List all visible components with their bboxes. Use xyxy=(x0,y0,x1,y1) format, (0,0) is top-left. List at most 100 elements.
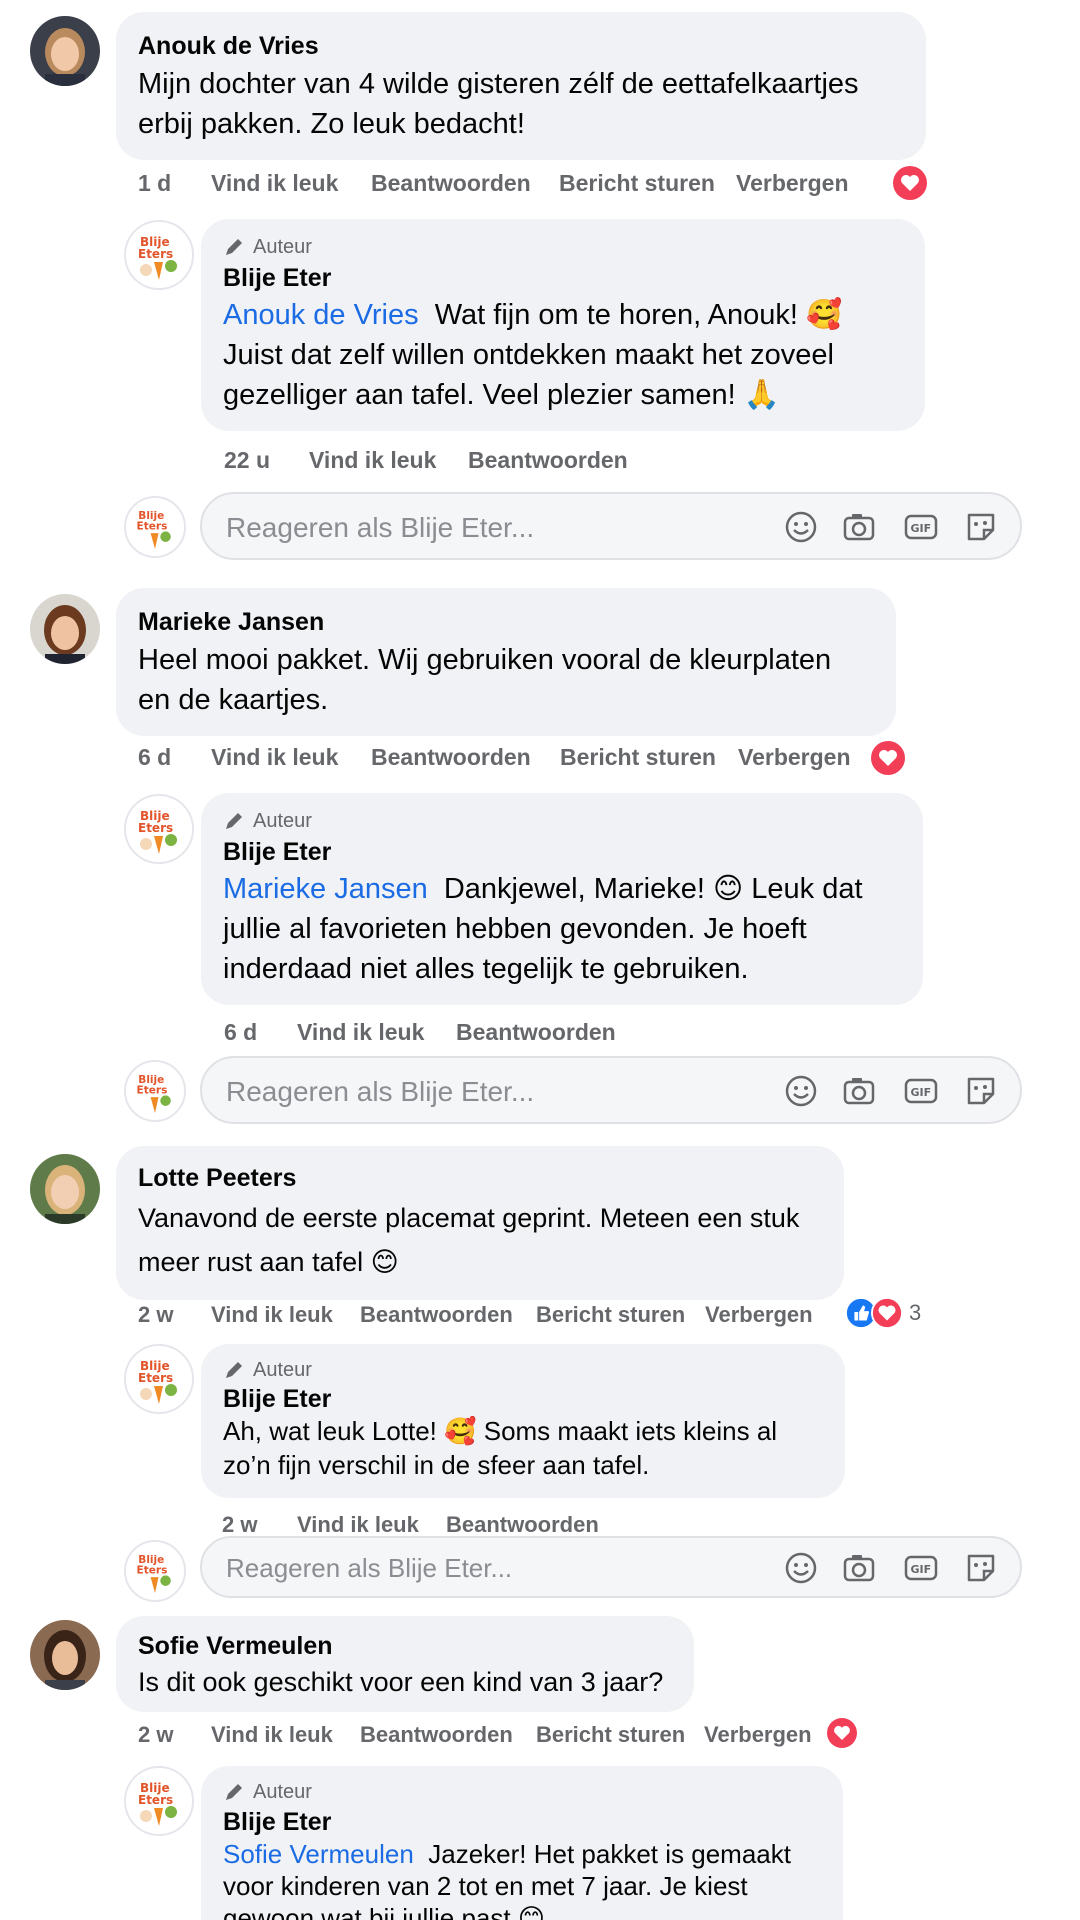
message-button[interactable]: Bericht sturen xyxy=(559,170,715,197)
reply-composer: Blije Eters Reageren als Blije Eter... GI… xyxy=(0,1536,1080,1602)
message-button[interactable]: Bericht sturen xyxy=(536,1302,685,1328)
reply-author[interactable]: Blije Eter xyxy=(223,261,901,295)
hide-button[interactable]: Verbergen xyxy=(705,1302,813,1328)
pencil-icon xyxy=(226,813,242,829)
gif-icon[interactable]: GIF xyxy=(902,508,940,546)
comment-input[interactable]: Reageren als Blije Eter... GIF xyxy=(200,1536,1022,1598)
comment-input-placeholder: Reageren als Blije Eter... xyxy=(226,1553,513,1583)
author-badge: Auteur xyxy=(223,1356,821,1384)
comment-author[interactable]: Anouk de Vries xyxy=(138,30,902,62)
comment-author[interactable]: Lotte Peeters xyxy=(138,1162,820,1194)
sticker-icon[interactable] xyxy=(962,1549,1000,1587)
reply-time[interactable]: 6 d xyxy=(224,1019,257,1046)
comment-text: Is dit ook geschikt voor een kind van 3 … xyxy=(138,1664,670,1700)
comment-input[interactable]: Reageren als Blije Eter... GIF xyxy=(200,492,1022,560)
reply-line: Juist dat zelf willen ontdekken maakt he… xyxy=(223,339,834,371)
reply-text: Sofie Vermeulen Jazeker! Het pakket is g… xyxy=(223,1838,819,1920)
page-avatar[interactable]: Blije Eters xyxy=(124,220,194,290)
comment-input-placeholder: Reageren als Blije Eter... xyxy=(226,1076,535,1107)
reactions-summary[interactable]: 3 xyxy=(845,1296,921,1330)
reply-bubble: Auteur Blije Eter Ah, wat leuk Lotte! 🥰 … xyxy=(201,1344,845,1498)
avatar[interactable] xyxy=(30,1620,100,1690)
hide-button[interactable]: Verbergen xyxy=(704,1722,812,1748)
heart-reaction-icon[interactable] xyxy=(871,741,905,775)
like-button[interactable]: Vind ik leuk xyxy=(297,1019,424,1046)
reply-button[interactable]: Beantwoorden xyxy=(360,1722,513,1748)
reply-button[interactable]: Beantwoorden xyxy=(371,170,531,197)
reply-author[interactable]: Blije Eter xyxy=(223,835,899,869)
reply-button[interactable]: Beantwoorden xyxy=(456,1019,616,1046)
like-button[interactable]: Vind ik leuk xyxy=(211,1722,333,1748)
comment-time[interactable]: 2 w xyxy=(138,1302,173,1328)
sticker-icon[interactable] xyxy=(962,508,1000,546)
author-badge-label: Auteur xyxy=(253,810,312,832)
reply-bubble: Auteur Blije Eter Marieke Jansen Dankjew… xyxy=(201,793,923,1005)
heart-reaction-icon[interactable] xyxy=(893,166,927,200)
reply-time[interactable]: 2 w xyxy=(222,1512,257,1538)
reply-bubble: Auteur Blije Eter Anouk de Vries Wat fij… xyxy=(201,219,925,431)
comment-input[interactable]: Reageren als Blije Eter... GIF xyxy=(200,1056,1022,1124)
camera-icon[interactable] xyxy=(840,508,878,546)
comment-time[interactable]: 1 d xyxy=(138,170,171,197)
camera-icon[interactable] xyxy=(840,1072,878,1110)
heart-reaction-icon xyxy=(871,1297,903,1329)
page-avatar[interactable]: Blije Eters xyxy=(124,1766,194,1836)
reply-author[interactable]: Blije Eter xyxy=(223,1384,821,1414)
page-avatar[interactable]: Blije Eters xyxy=(124,1344,194,1414)
comment-input-placeholder: Reageren als Blije Eter... xyxy=(226,512,535,543)
smiley-icon[interactable] xyxy=(782,1549,820,1587)
reply-button[interactable]: Beantwoorden xyxy=(360,1302,513,1328)
avatar[interactable] xyxy=(30,594,100,664)
comment-line: erbij pakken. Zo leuk bedacht! xyxy=(138,108,525,140)
heart-reaction-icon[interactable] xyxy=(827,1718,857,1748)
sticker-icon[interactable] xyxy=(962,1072,1000,1110)
comment-author[interactable]: Sofie Vermeulen xyxy=(138,1630,670,1662)
svg-text:Eters: Eters xyxy=(138,1371,173,1385)
reply-button[interactable]: Beantwoorden xyxy=(371,744,531,771)
gif-icon[interactable]: GIF xyxy=(902,1072,940,1110)
like-button[interactable]: Vind ik leuk xyxy=(297,1512,419,1538)
reply-author[interactable]: Blije Eter xyxy=(223,1806,819,1838)
mention-link[interactable]: Sofie Vermeulen xyxy=(223,1839,414,1869)
author-badge-label: Auteur xyxy=(253,236,312,258)
reply-button[interactable]: Beantwoorden xyxy=(468,447,628,474)
gif-icon[interactable]: GIF xyxy=(902,1549,940,1587)
comment-time[interactable]: 2 w xyxy=(138,1722,173,1748)
mention-link[interactable]: Marieke Jansen xyxy=(223,873,428,905)
comment-bubble: Sofie Vermeulen Is dit ook geschikt voor… xyxy=(116,1616,694,1712)
hide-button[interactable]: Verbergen xyxy=(736,170,849,197)
message-button[interactable]: Bericht sturen xyxy=(560,744,716,771)
message-button[interactable]: Bericht sturen xyxy=(536,1722,685,1748)
author-badge-label: Auteur xyxy=(253,1781,312,1803)
reply-line: voor kinderen van 2 tot en met 7 jaar. J… xyxy=(223,1871,748,1901)
comment-line: en de kaartjes. xyxy=(138,684,329,716)
comment-time[interactable]: 6 d xyxy=(138,744,171,771)
smiley-icon[interactable] xyxy=(782,508,820,546)
author-badge: Auteur xyxy=(223,1778,819,1806)
reply-line: zo’n fijn verschil in de sfeer aan tafel… xyxy=(223,1450,650,1480)
page-avatar: Blije Eters xyxy=(124,1060,186,1122)
camera-icon[interactable] xyxy=(840,1549,878,1587)
comment-text: Mijn dochter van 4 wilde gisteren zélf d… xyxy=(138,64,902,144)
page-avatar: Blije Eters xyxy=(124,1540,186,1602)
comment-bubble: Lotte Peeters Vanavond de eerste placema… xyxy=(116,1146,844,1300)
reply-time[interactable]: 22 u xyxy=(224,447,270,474)
comment-line: Is dit ook geschikt voor een kind van 3 … xyxy=(138,1667,664,1697)
mention-link[interactable]: Anouk de Vries xyxy=(223,299,419,331)
avatar[interactable] xyxy=(30,16,100,86)
page-avatar[interactable]: Blije Eters xyxy=(124,794,194,864)
reply-button[interactable]: Beantwoorden xyxy=(446,1512,599,1538)
like-button[interactable]: Vind ik leuk xyxy=(211,1302,333,1328)
svg-text:GIF: GIF xyxy=(911,1563,932,1576)
svg-text:Eters: Eters xyxy=(137,1565,168,1577)
reply-line: Dankjewel, Marieke! 😊 Leuk dat xyxy=(443,873,863,905)
like-button[interactable]: Vind ik leuk xyxy=(211,744,338,771)
avatar[interactable] xyxy=(30,1154,100,1224)
comment-author[interactable]: Marieke Jansen xyxy=(138,606,872,638)
like-button[interactable]: Vind ik leuk xyxy=(211,170,338,197)
svg-text:Eters: Eters xyxy=(137,521,168,533)
hide-button[interactable]: Verbergen xyxy=(738,744,851,771)
like-button[interactable]: Vind ik leuk xyxy=(309,447,436,474)
comment-line: meer rust aan tafel 😊 xyxy=(138,1247,399,1277)
smiley-icon[interactable] xyxy=(782,1072,820,1110)
